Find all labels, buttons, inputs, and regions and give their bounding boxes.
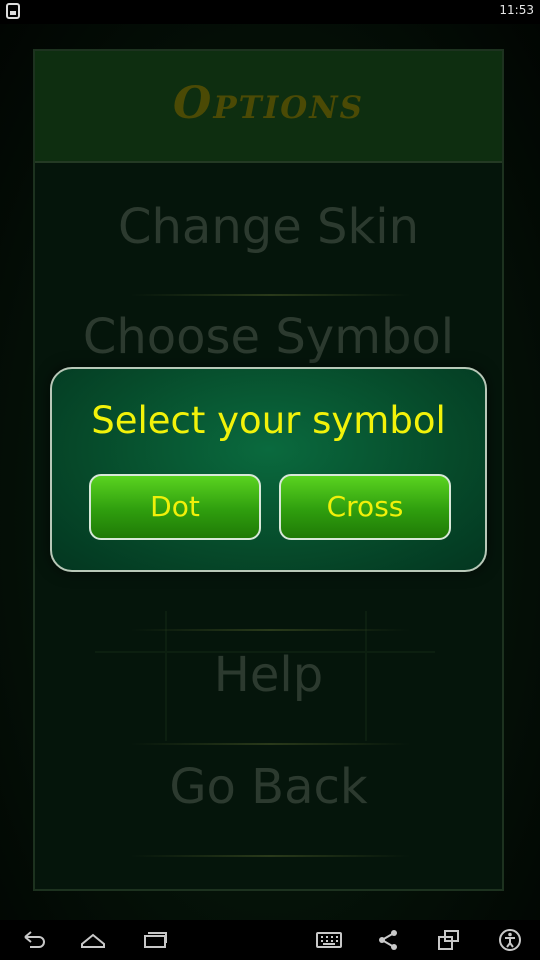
- accessibility-icon[interactable]: [497, 928, 523, 952]
- screen-rotate-icon[interactable]: [436, 928, 462, 952]
- menu-item-help[interactable]: Help: [35, 647, 502, 703]
- screen: 11:53 Options Change Skin Choose Symbol …: [0, 0, 540, 960]
- menu-divider: [130, 629, 410, 631]
- status-time: 11:53: [499, 3, 534, 17]
- dialog-title: Select your symbol: [91, 399, 446, 442]
- home-icon[interactable]: [80, 928, 106, 952]
- menu-divider: [130, 743, 410, 745]
- status-bar: 11:53: [0, 0, 540, 24]
- menu-item-go-back[interactable]: Go Back: [35, 759, 502, 815]
- options-header: Options: [35, 51, 502, 163]
- share-icon[interactable]: [375, 928, 401, 952]
- back-icon[interactable]: [21, 928, 47, 952]
- menu-divider: [130, 855, 410, 857]
- page-title: Options: [173, 78, 364, 129]
- symbol-dialog: Select your symbol Dot Cross: [50, 367, 487, 572]
- keyboard-icon[interactable]: [316, 928, 342, 952]
- notification-app-icon: [6, 3, 20, 19]
- menu-item-choose-symbol[interactable]: Choose Symbol: [35, 309, 502, 365]
- dot-button[interactable]: Dot: [89, 474, 261, 540]
- cross-button[interactable]: Cross: [279, 474, 451, 540]
- menu-divider: [130, 294, 410, 296]
- menu-item-change-skin[interactable]: Change Skin: [35, 199, 502, 255]
- navigation-bar: [0, 920, 540, 960]
- recent-apps-icon[interactable]: [142, 928, 168, 952]
